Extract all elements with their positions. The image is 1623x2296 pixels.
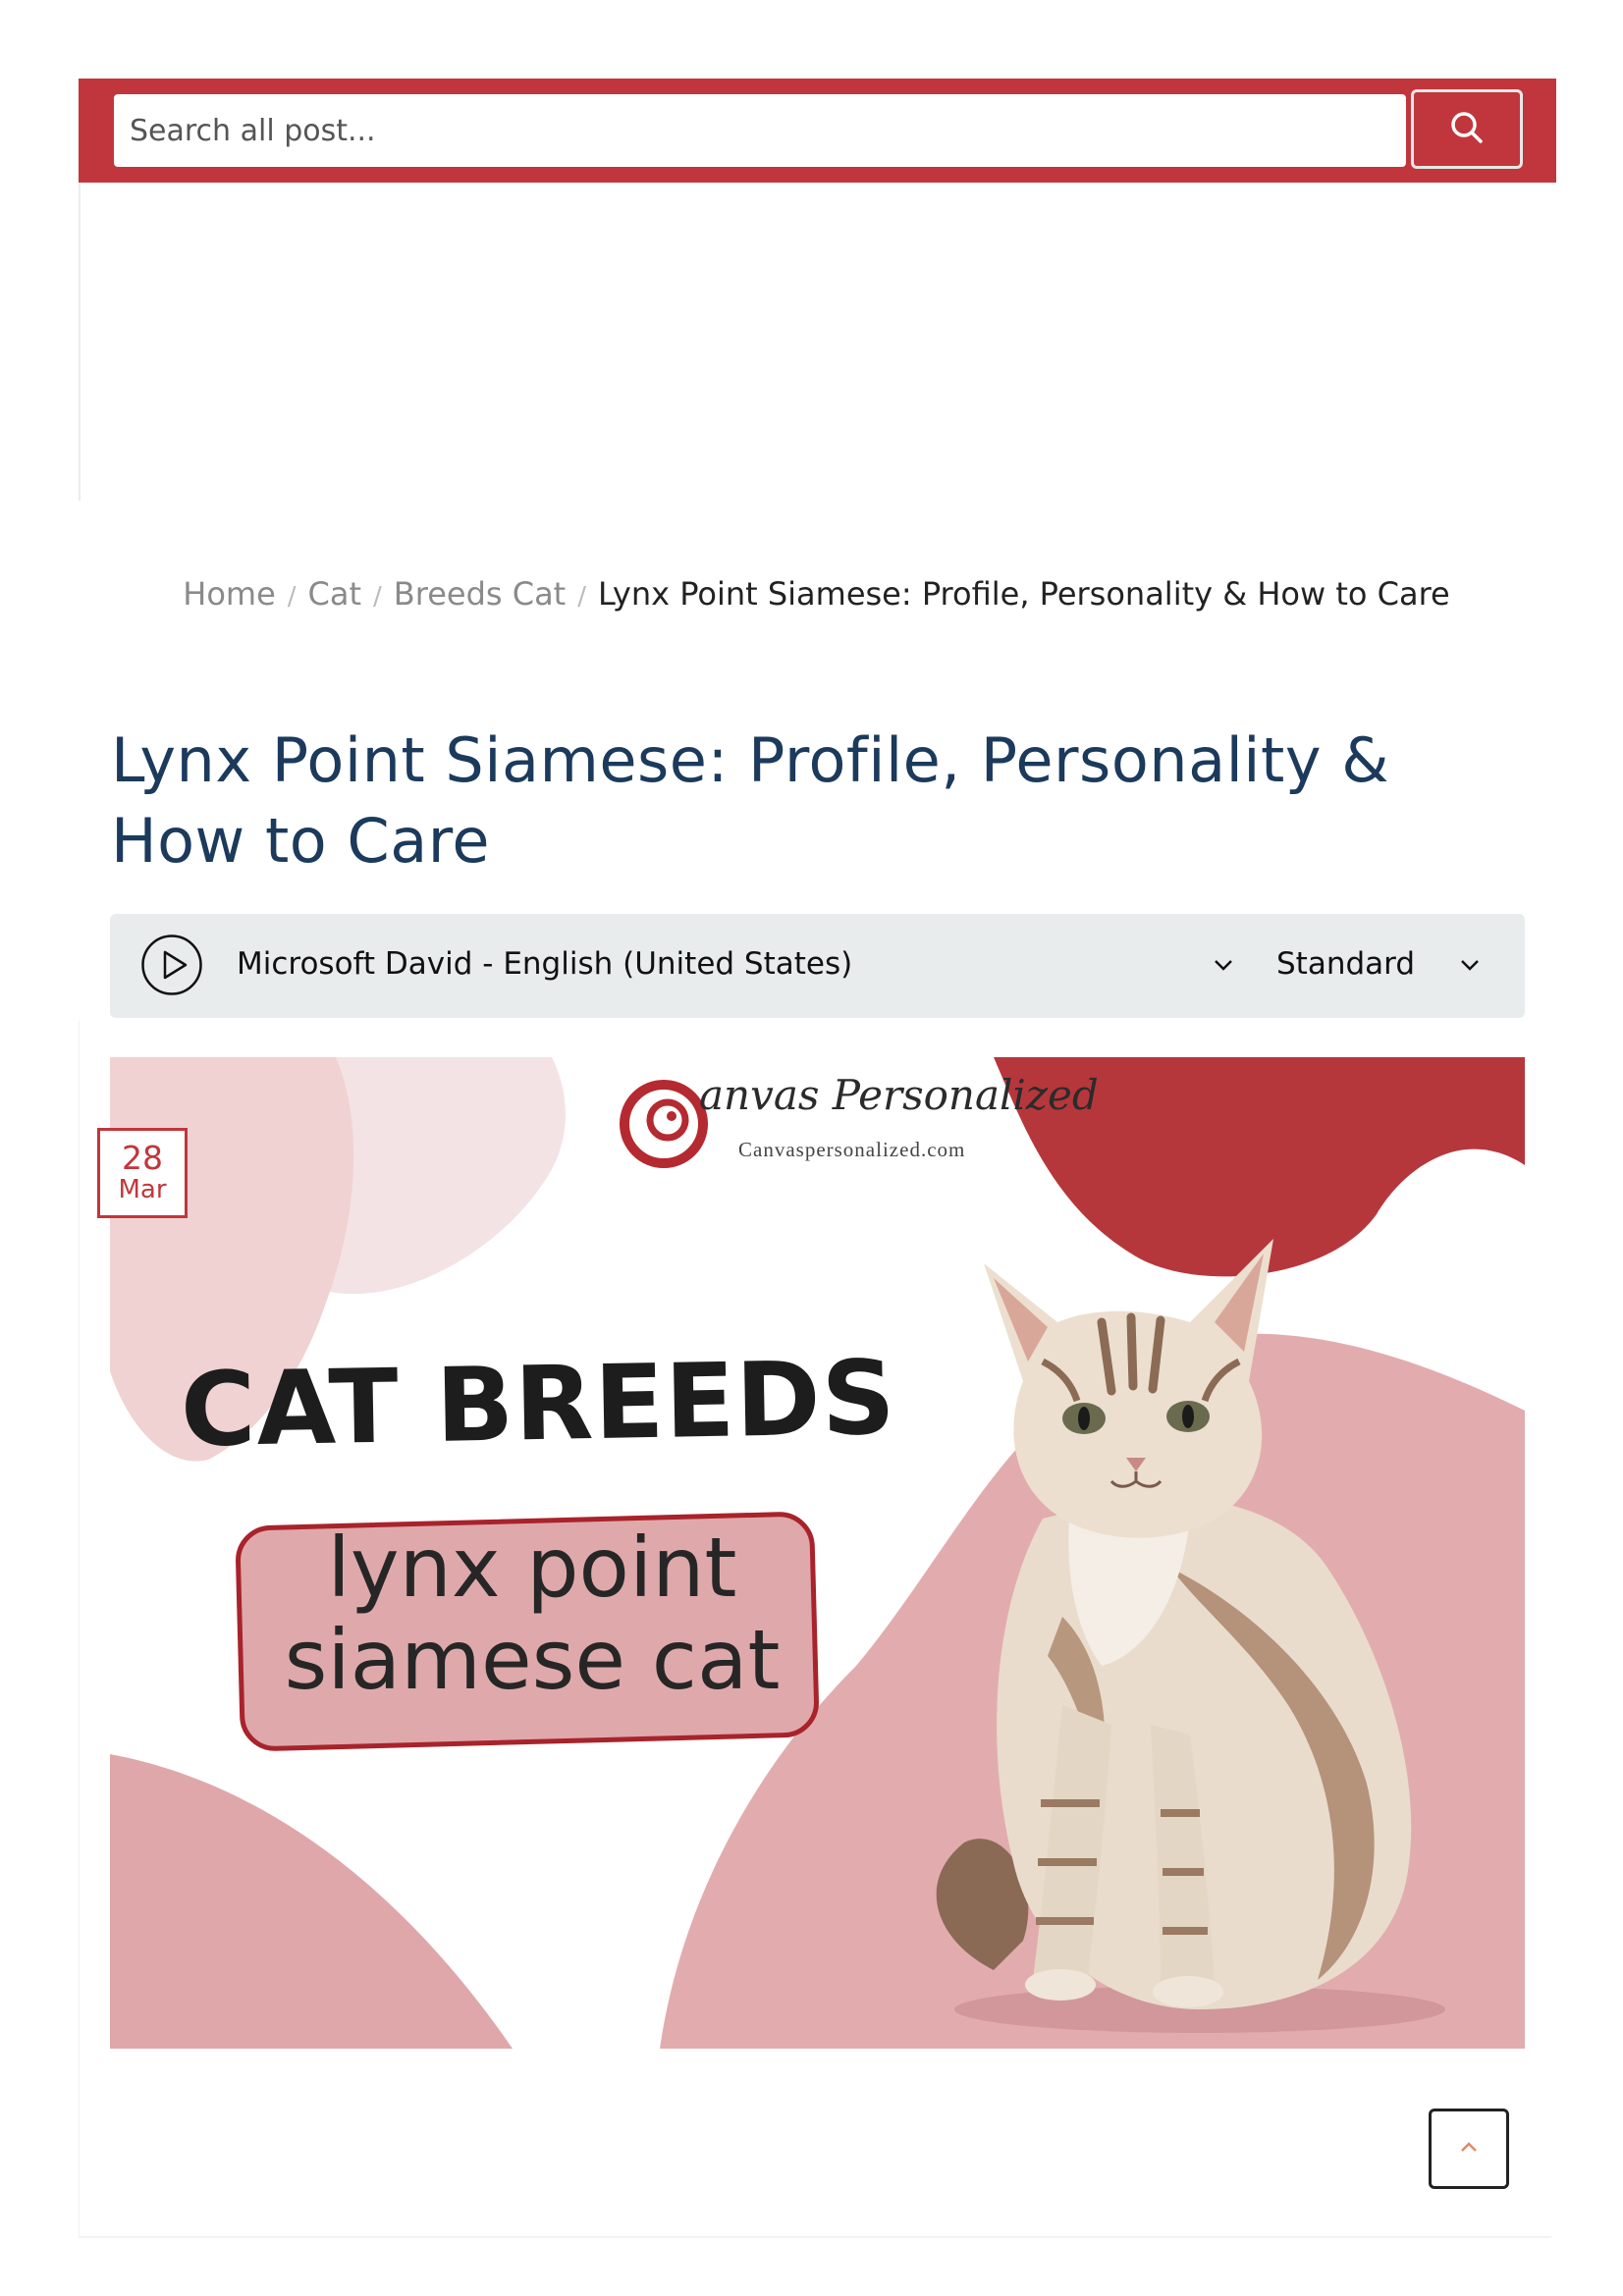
play-icon[interactable]	[140, 934, 203, 996]
breadcrumb-home-link[interactable]: Home	[183, 575, 276, 613]
cat-illustration	[936, 1239, 1445, 2033]
breadcrumb-current: Lynx Point Siamese: Profile, Personality…	[597, 575, 1450, 613]
chevron-up-icon	[1455, 2134, 1483, 2164]
image-subtitle-line: siamese cat	[284, 1612, 781, 1708]
post-date-badge: 28 Mar	[97, 1128, 188, 1218]
content-frame-border	[79, 2236, 1551, 2238]
voice-select-label[interactable]: Microsoft David - English (United States…	[237, 946, 852, 982]
chevron-down-icon[interactable]	[1456, 951, 1484, 979]
brand-url: Canvaspersonalized.com	[738, 1138, 966, 1161]
featured-image: anvas Personalized Canvaspersonalized.co…	[110, 1057, 1525, 2049]
breadcrumb-separator: /	[577, 582, 586, 612]
text-to-speech-player: Microsoft David - English (United States…	[110, 914, 1525, 1018]
post-date-day: 28	[122, 1139, 163, 1177]
content-frame-border	[79, 182, 81, 501]
speed-select-label[interactable]: Standard	[1276, 946, 1415, 982]
content-frame-border	[79, 1021, 80, 2238]
image-subtitle-line: lynx point	[327, 1520, 737, 1616]
chevron-down-icon[interactable]	[1210, 951, 1237, 979]
back-to-top-button[interactable]	[1429, 2109, 1509, 2189]
breadcrumb-cat-link[interactable]: Cat	[308, 575, 362, 613]
search-icon	[1449, 110, 1485, 148]
image-subtitle: lynx point siamese cat	[257, 1522, 807, 1706]
breadcrumb-breeds-cat-link[interactable]: Breeds Cat	[394, 575, 566, 613]
search-input[interactable]	[114, 94, 1406, 167]
breadcrumb-separator: /	[287, 582, 297, 612]
breadcrumb-separator: /	[373, 582, 382, 612]
breadcrumb: Home / Cat / Breeds Cat / Lynx Point Siamese: …	[0, 575, 1623, 613]
brand-logo-text: anvas Personalized	[699, 1071, 1099, 1119]
page-title: Lynx Point Siamese: Profile, Personality…	[111, 724, 1390, 877]
search-button[interactable]	[1411, 89, 1523, 169]
post-date-month: Mar	[118, 1175, 167, 1204]
search-bar	[79, 79, 1556, 183]
image-headline: CAT BREEDS	[179, 1337, 897, 1470]
